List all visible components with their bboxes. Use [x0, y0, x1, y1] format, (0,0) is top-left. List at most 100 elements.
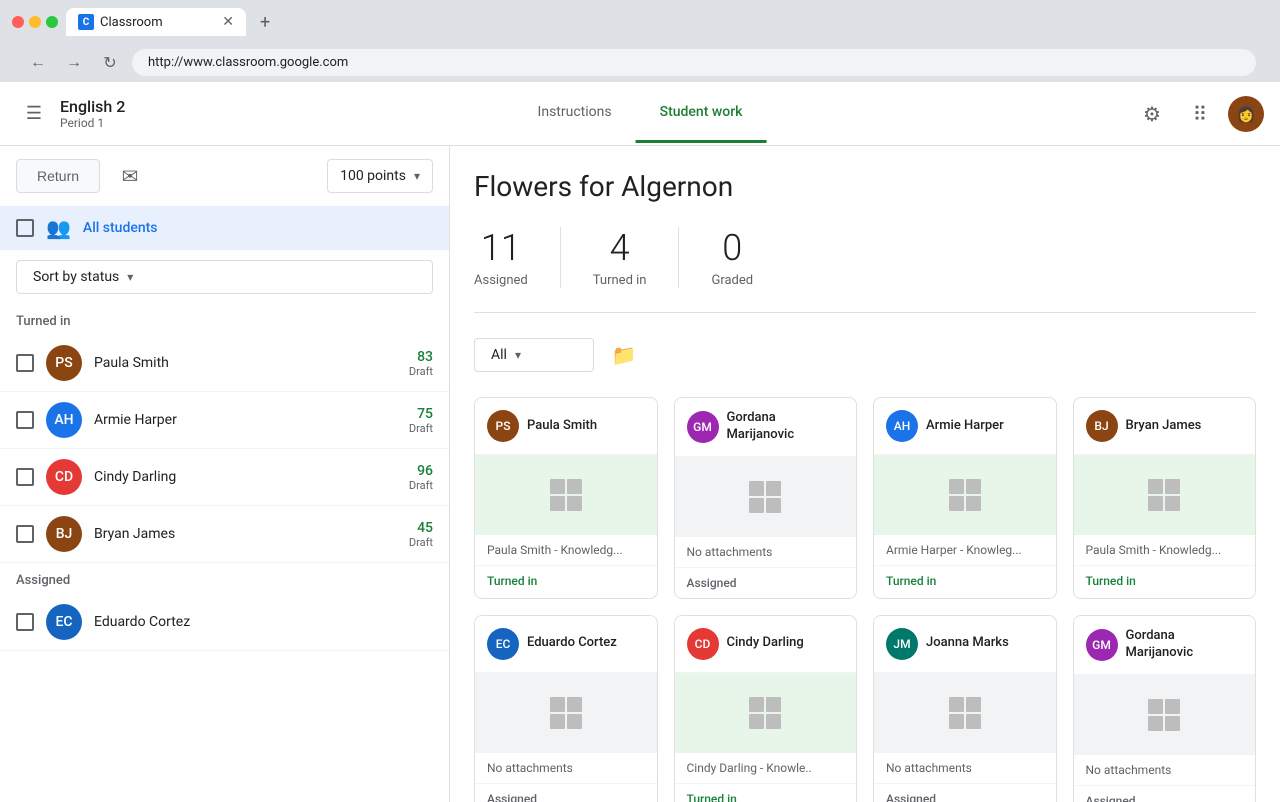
card-avatar: GM	[1086, 629, 1118, 661]
card-doc-label: Paula Smith - Knowledg...	[1074, 535, 1256, 566]
card-doc-label: Paula Smith - Knowledg...	[475, 535, 657, 566]
student-row[interactable]: PS Paula Smith 83 Draft	[0, 335, 449, 392]
student-checkbox[interactable]	[16, 411, 34, 429]
section-assigned-label: Assigned	[0, 563, 449, 594]
settings-button[interactable]: ⚙	[1132, 94, 1172, 134]
card-status: Assigned	[874, 784, 1056, 802]
student-card[interactable]: EC Eduardo Cortez No attachments Assigne…	[474, 615, 658, 802]
student-card[interactable]: GM Gordana Marijanovic No attachments As…	[674, 397, 858, 599]
avatar: EC	[46, 604, 82, 640]
document-icon	[548, 695, 584, 731]
app-name: English 2	[60, 97, 125, 116]
all-students-row[interactable]: 👥 All students	[0, 206, 449, 250]
student-card[interactable]: CD Cindy Darling Cindy Darling - Knowle.…	[674, 615, 858, 802]
student-name: Paula Smith	[94, 355, 409, 371]
student-name: Armie Harper	[94, 412, 409, 428]
card-name: Gordana Marijanovic	[727, 410, 845, 444]
app-title-block: English 2 Period 1	[60, 97, 125, 130]
stat-assigned: 11 Assigned	[474, 227, 561, 288]
tab-instructions[interactable]: Instructions	[514, 84, 636, 143]
tab-student-work[interactable]: Student work	[636, 84, 767, 143]
url-bar[interactable]: http://www.classroom.google.com	[132, 49, 1256, 76]
stat-graded-label: Graded	[711, 273, 753, 288]
student-card[interactable]: BJ Bryan James Paula Smith - Knowledg...…	[1073, 397, 1257, 599]
all-students-checkbox[interactable]	[16, 219, 34, 237]
tab-label: Classroom	[100, 15, 216, 30]
student-card[interactable]: PS Paula Smith Paula Smith - Knowledg...…	[474, 397, 658, 599]
mail-button[interactable]: ✉	[112, 158, 148, 194]
browser-tab[interactable]: C Classroom ✕	[66, 8, 246, 36]
card-status: Turned in	[675, 784, 857, 802]
sort-label: Sort by status	[33, 269, 119, 285]
card-avatar: AH	[886, 410, 918, 442]
forward-button[interactable]: →	[60, 48, 88, 76]
card-thumbnail	[475, 455, 657, 535]
student-checkbox[interactable]	[16, 468, 34, 486]
card-doc-label: No attachments	[675, 537, 857, 568]
student-checkbox[interactable]	[16, 354, 34, 372]
all-students-icon: 👥	[46, 216, 71, 240]
stat-graded-num: 0	[711, 227, 753, 269]
reload-button[interactable]: ↻	[96, 48, 124, 76]
tab-close-icon[interactable]: ✕	[222, 14, 234, 30]
minimize-dot[interactable]	[29, 16, 41, 28]
card-thumbnail	[874, 455, 1056, 535]
document-icon	[1146, 697, 1182, 733]
filter-row: All ▾ 📁	[474, 337, 1256, 373]
document-icon	[1146, 477, 1182, 513]
document-icon	[747, 479, 783, 515]
apps-button[interactable]: ⠿	[1180, 94, 1220, 134]
card-avatar: PS	[487, 410, 519, 442]
student-name: Cindy Darling	[94, 469, 409, 485]
card-header: GM Gordana Marijanovic	[1074, 616, 1256, 675]
card-avatar: JM	[886, 628, 918, 660]
card-status: Turned in	[475, 566, 657, 596]
student-card[interactable]: AH Armie Harper Armie Harper - Knowleg..…	[873, 397, 1057, 599]
close-dot[interactable]	[12, 16, 24, 28]
student-row[interactable]: EC Eduardo Cortez	[0, 594, 449, 651]
filter-select[interactable]: All ▾	[474, 338, 594, 372]
avatar: PS	[46, 345, 82, 381]
card-header: BJ Bryan James	[1074, 398, 1256, 455]
student-checkbox[interactable]	[16, 525, 34, 543]
student-row[interactable]: AH Armie Harper 75 Draft	[0, 392, 449, 449]
student-card[interactable]: GM Gordana Marijanovic No attachments As…	[1073, 615, 1257, 802]
card-header: PS Paula Smith	[475, 398, 657, 455]
card-thumbnail	[675, 457, 857, 537]
folder-button[interactable]: 📁	[606, 337, 642, 373]
document-icon	[947, 477, 983, 513]
card-avatar: BJ	[1086, 410, 1118, 442]
sort-by-status-select[interactable]: Sort by status ▾	[16, 260, 433, 294]
card-status: Turned in	[874, 566, 1056, 596]
card-status: Assigned	[675, 568, 857, 598]
document-icon	[548, 477, 584, 513]
student-row[interactable]: CD Cindy Darling 96 Draft	[0, 449, 449, 506]
gear-icon: ⚙	[1143, 102, 1161, 126]
card-name: Paula Smith	[527, 418, 597, 435]
chevron-down-icon: ▾	[414, 169, 420, 183]
points-select[interactable]: 100 points ▾	[327, 159, 433, 193]
card-avatar: CD	[687, 628, 719, 660]
stat-graded: 0 Graded	[679, 227, 785, 288]
student-row[interactable]: BJ Bryan James 45 Draft	[0, 506, 449, 563]
student-name: Bryan James	[94, 526, 409, 542]
card-doc-label: Armie Harper - Knowleg...	[874, 535, 1056, 566]
menu-button[interactable]: ☰	[16, 96, 52, 132]
back-button[interactable]: ←	[24, 48, 52, 76]
return-button[interactable]: Return	[16, 159, 100, 193]
card-thumbnail	[475, 673, 657, 753]
header-right: ⚙ ⠿ 👩	[1132, 94, 1264, 134]
avatar[interactable]: 👩	[1228, 96, 1264, 132]
mail-icon: ✉	[122, 164, 139, 188]
cards-grid: PS Paula Smith Paula Smith - Knowledg...…	[474, 397, 1256, 802]
student-card[interactable]: JM Joanna Marks No attachments Assigned	[873, 615, 1057, 802]
card-name: Cindy Darling	[727, 635, 804, 652]
avatar: CD	[46, 459, 82, 495]
maximize-dot[interactable]	[46, 16, 58, 28]
document-icon	[747, 695, 783, 731]
grid-icon: ⠿	[1193, 102, 1208, 126]
card-thumbnail	[874, 673, 1056, 753]
card-header: GM Gordana Marijanovic	[675, 398, 857, 457]
student-checkbox[interactable]	[16, 613, 34, 631]
new-tab-button[interactable]: +	[254, 10, 276, 35]
